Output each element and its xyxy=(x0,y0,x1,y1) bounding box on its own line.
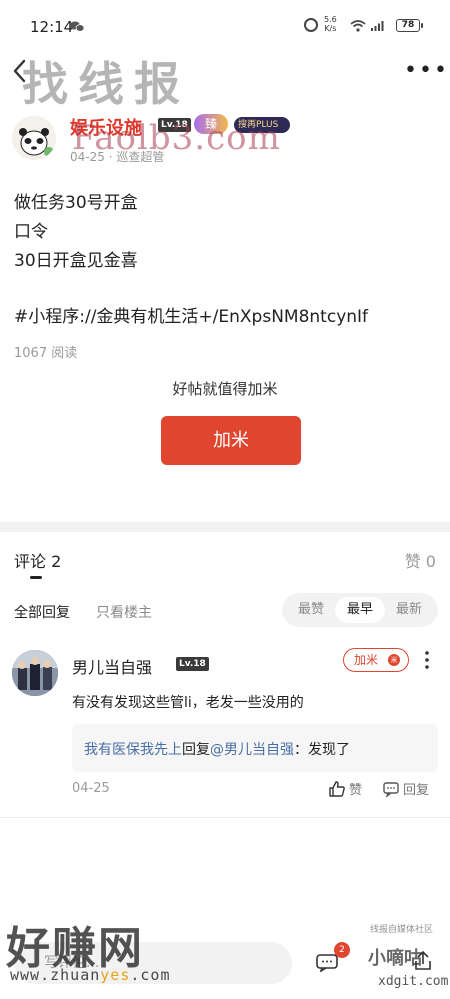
read-count: 1067 阅读 xyxy=(14,346,78,361)
watermark-right-url: xdgit.com xyxy=(378,974,449,989)
comment-add-mi-button[interactable]: 加米 米 xyxy=(343,648,409,672)
post-line: 做任务30号开盒 xyxy=(14,193,138,213)
reply-user[interactable]: 我有医保我先上 xyxy=(84,742,182,758)
comments-tab[interactable]: 评论 2 xyxy=(14,548,61,572)
wechat-icon xyxy=(70,21,84,32)
watermark-url: Faolb3.com xyxy=(72,118,281,158)
comment-count-badge: 2 xyxy=(334,942,350,958)
comment-like-button[interactable]: 赞 xyxy=(328,779,362,798)
add-mi-button[interactable]: 加米 xyxy=(161,416,301,465)
sort-most-liked[interactable]: 最赞 xyxy=(286,597,336,623)
status-bar: 12:14 5.6 K/s 78 xyxy=(0,0,450,52)
commenter-avatar[interactable] xyxy=(12,650,58,696)
watermark-bottom-url: www.zhuanyes.com xyxy=(10,966,171,984)
comment-more-icon[interactable] xyxy=(424,650,430,670)
signal-icon-2 xyxy=(389,19,390,20)
author-avatar[interactable] xyxy=(12,116,56,160)
watermark-right-label: 线报自媒体社区 xyxy=(370,925,434,935)
comment-add-mi-label: 加米 xyxy=(354,653,379,667)
comment-reply-button[interactable]: 回复 xyxy=(382,779,429,798)
post-line: 口令 xyxy=(14,222,48,242)
sort-earliest[interactable]: 最早 xyxy=(335,597,385,623)
encourage-text: 好帖就值得加米 xyxy=(172,380,278,398)
thumbs-up-icon xyxy=(329,781,345,797)
post-tag-line[interactable]: #小程序://金典有机生活+/EnXpsNM8ntcynIf xyxy=(14,302,368,327)
status-time: 12:14 xyxy=(30,18,74,36)
reply-target[interactable]: @男儿当自强 xyxy=(210,742,294,758)
commenter-name[interactable]: 男儿当自强 xyxy=(72,654,152,678)
comment-divider xyxy=(0,817,450,818)
filter-owner-only[interactable]: 只看楼主 xyxy=(96,602,152,622)
network-speed: 5.6 K/s xyxy=(324,15,337,33)
reply-label: 回复 xyxy=(403,783,430,798)
commenter-level-badge: Lv.18 xyxy=(176,657,209,671)
filter-all-replies[interactable]: 全部回复 xyxy=(14,602,70,622)
comments-icon[interactable] xyxy=(316,954,338,972)
alarm-icon xyxy=(304,18,318,32)
more-menu-button[interactable]: ••• xyxy=(404,60,449,82)
signal-icon xyxy=(371,21,384,31)
battery-icon: 78 xyxy=(396,19,423,32)
reply-icon xyxy=(383,782,399,798)
coin-icon: 米 xyxy=(388,654,400,666)
wifi-icon xyxy=(350,20,366,32)
comment-date: 04-25 xyxy=(72,781,110,796)
post-line: 30日开盒见金喜 xyxy=(14,251,138,271)
sort-segmented-control: 最赞 最早 最新 xyxy=(282,593,438,627)
section-divider xyxy=(0,522,450,532)
watermark-right-main: 小嘀咕 xyxy=(368,948,422,969)
likes-tab[interactable]: 赞 0 xyxy=(405,548,436,572)
reply-preview[interactable]: 我有医保我先上回复@男儿当自强：发现了 xyxy=(72,724,438,772)
reply-text: ：发现了 xyxy=(294,742,350,758)
tab-indicator xyxy=(30,576,42,579)
watermark-title: 找线报 xyxy=(22,57,190,111)
reply-verb: 回复 xyxy=(182,742,210,758)
reply-line: 我有医保我先上回复@男儿当自强：发现了 xyxy=(84,739,350,759)
comment-text: 有没有发现这些管li，老发一些没用的 xyxy=(72,695,304,711)
sort-latest[interactable]: 最新 xyxy=(384,597,434,623)
like-label: 赞 xyxy=(349,783,363,798)
